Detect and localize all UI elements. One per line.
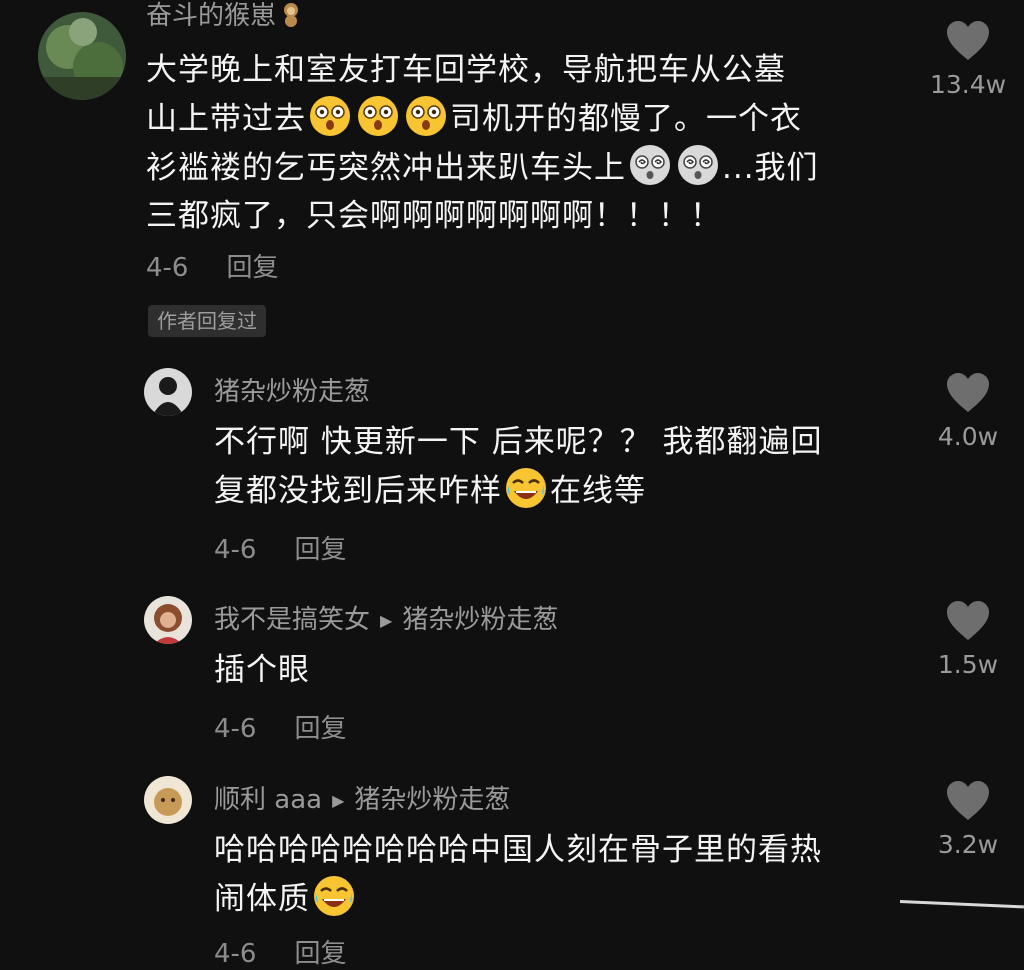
comment-line: 大学晚上和室友打车回学校，导航把车从公墓 (146, 52, 786, 88)
username-text[interactable]: 奋斗的猴崽 (146, 1, 276, 31)
comment-text: 不行啊 快更新一下 后来呢？？ 我都翻遍回 复都没找到后来咋样 在线等 (214, 418, 914, 515)
reply-button[interactable]: 回复 (294, 714, 346, 744)
username-text[interactable]: 我不是搞笑女 (214, 605, 370, 635)
comment-line: 衫褴褛的乞丐突然冲出来趴车头上 ...我们 (146, 143, 906, 192)
comment-meta: 4-6 回复 (214, 938, 346, 970)
reply-arrow-icon: ▶ (332, 790, 345, 810)
avatar-image (144, 776, 192, 824)
avatar-image (38, 12, 126, 100)
comment-text: 大学晚上和室友打车回学校，导航把车从公墓 山上带过去 司机开的都慢了。一个衣 衫褴… (146, 46, 906, 240)
username[interactable]: 顺利 aaa ▶ 猪杂炒粉走葱 (214, 784, 510, 817)
screen-edge-line (899, 900, 1024, 909)
reply-button[interactable]: 回复 (294, 535, 346, 565)
shocked-emoji-icon (356, 94, 400, 138)
like-heart-icon[interactable] (945, 600, 991, 642)
dizzy-emoji-icon (628, 143, 672, 187)
username[interactable]: 猪杂炒粉走葱 (214, 376, 370, 408)
comment-line-text: 衫褴褛的乞丐突然冲出来趴车头上 (146, 150, 626, 186)
avatar-image (144, 368, 192, 416)
username[interactable]: 我不是搞笑女 ▶ 猪杂炒粉走葱 (214, 604, 558, 637)
username[interactable]: 奋斗的猴崽 (146, 0, 302, 32)
comment-meta: 4-6 回复 (214, 534, 346, 566)
shocked-emoji-icon (404, 94, 448, 138)
shocked-emoji-icon (308, 94, 352, 138)
author-replied-badge: 作者回复过 (148, 305, 266, 337)
comment-text: 哈哈哈哈哈哈哈哈中国人刻在骨子里的看热 闹体质 (214, 826, 914, 923)
like-count: 4.0w (937, 422, 999, 451)
reply-arrow-icon: ▶ (380, 610, 393, 630)
comment-line: 闹体质 (214, 874, 914, 923)
comment-line: 复都没找到后来咋样 在线等 (214, 466, 914, 515)
comment-line-text: 司机开的都慢了。一个衣 (450, 101, 802, 137)
comment-line-text: 山上带过去 (146, 101, 306, 137)
comment-line-text: 在线等 (550, 473, 646, 509)
avatar[interactable] (144, 596, 192, 644)
comment-line: 插个眼 (214, 652, 310, 688)
comment-line-text: 闹体质 (214, 881, 310, 917)
username-text[interactable]: 猪杂炒粉走葱 (214, 377, 370, 407)
comment-line-text: 复都没找到后来咋样 (214, 473, 502, 509)
avatar-image (144, 596, 192, 644)
comment-date: 4-6 (214, 939, 257, 969)
avatar[interactable] (144, 368, 192, 416)
laughing-tears-emoji-icon (312, 874, 356, 918)
laughing-tears-emoji-icon (504, 466, 548, 510)
comment-line: 三都疯了，只会啊啊啊啊啊啊啊！！！！ (146, 198, 722, 234)
comment-meta: 4-6 回复 (146, 252, 278, 284)
username-text[interactable]: 顺利 aaa (214, 785, 322, 815)
like-heart-icon[interactable] (945, 372, 991, 414)
reply-to-username[interactable]: 猪杂炒粉走葱 (402, 605, 558, 635)
like-count: 1.5w (937, 650, 999, 679)
comment-line: 不行啊 快更新一下 后来呢？？ 我都翻遍回 (214, 424, 823, 460)
dizzy-emoji-icon (676, 143, 720, 187)
like-heart-icon[interactable] (945, 20, 991, 62)
comment-text: 插个眼 (214, 646, 914, 694)
like-count: 13.4w (929, 70, 1007, 99)
reply-button[interactable]: 回复 (294, 939, 346, 969)
comment-date: 4-6 (146, 253, 189, 283)
like-count: 3.2w (937, 830, 999, 859)
comment-line: 哈哈哈哈哈哈哈哈中国人刻在骨子里的看热 (214, 832, 822, 868)
monkey-icon (280, 1, 302, 27)
comment-line-text: ...我们 (722, 150, 819, 186)
comment-line: 山上带过去 司机开的都慢了。一个衣 (146, 94, 906, 143)
avatar[interactable] (144, 776, 192, 824)
avatar[interactable] (38, 12, 126, 100)
comment-date: 4-6 (214, 714, 257, 744)
reply-button[interactable]: 回复 (226, 253, 278, 283)
like-heart-icon[interactable] (945, 780, 991, 822)
comment-date: 4-6 (214, 535, 257, 565)
comment-meta: 4-6 回复 (214, 713, 346, 745)
reply-to-username[interactable]: 猪杂炒粉走葱 (354, 785, 510, 815)
